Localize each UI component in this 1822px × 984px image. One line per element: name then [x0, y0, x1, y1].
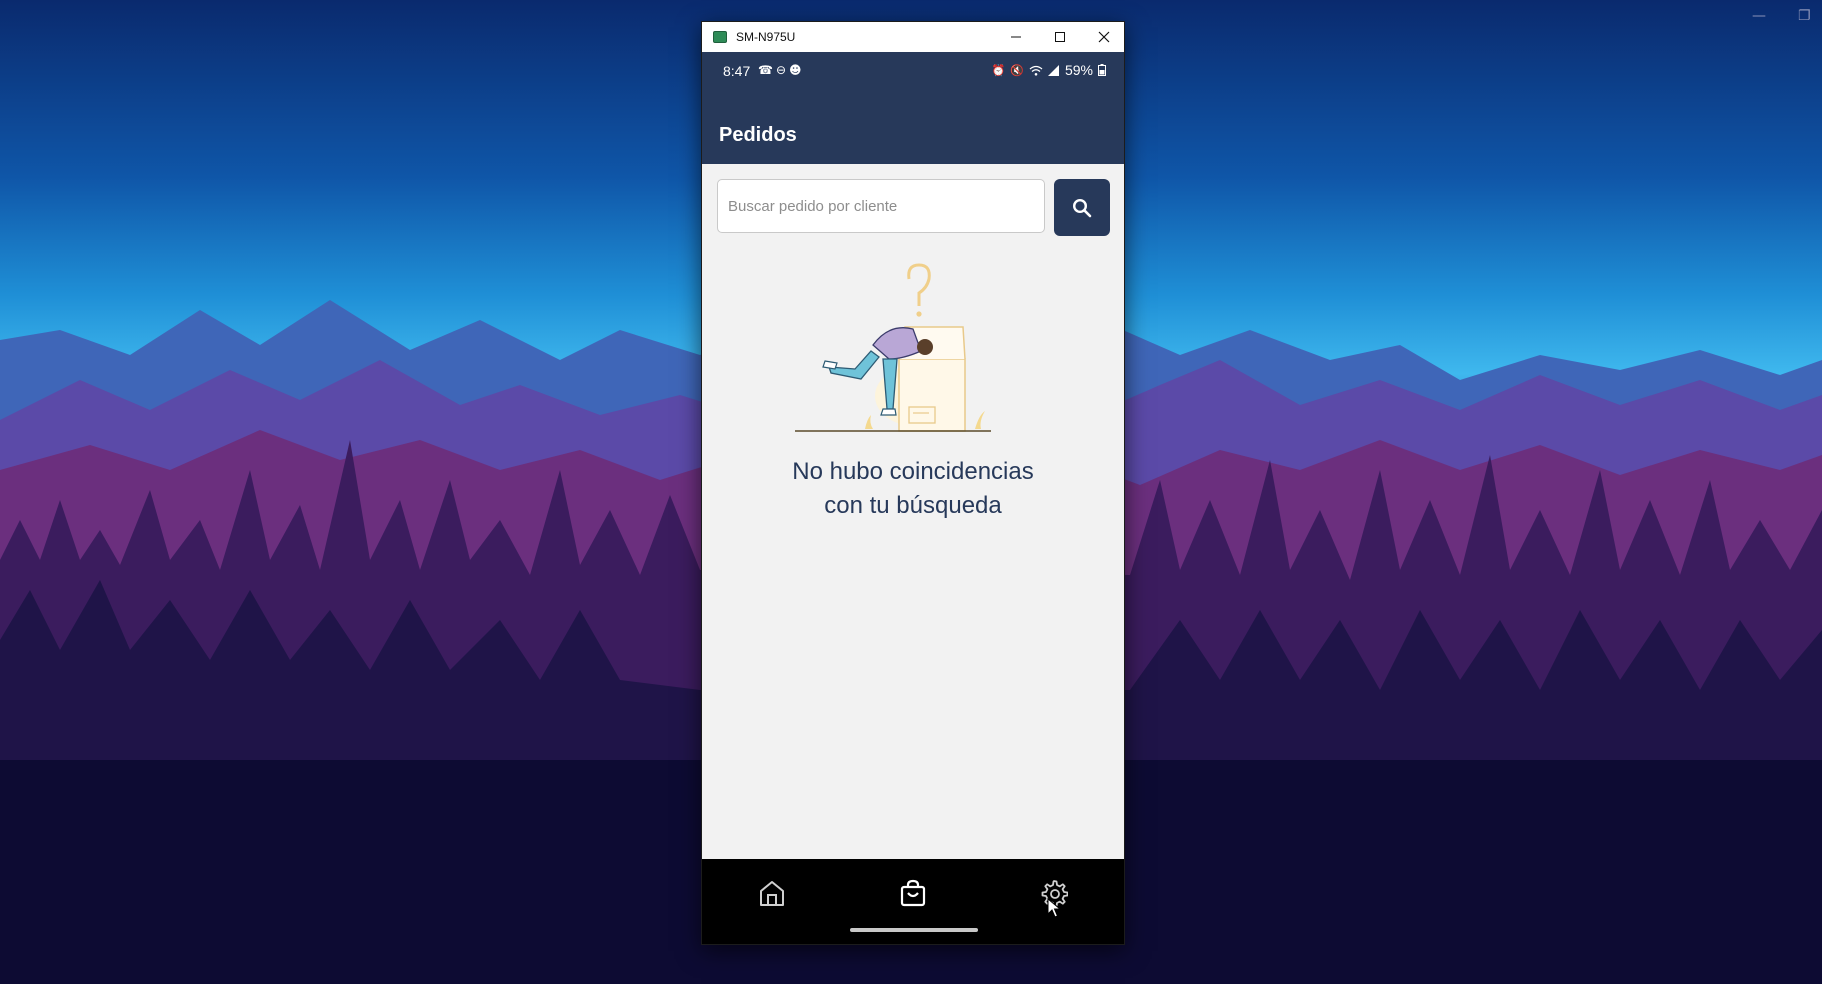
desktop-restore-icon[interactable]: ❐ — [1798, 8, 1811, 24]
nav-home-button[interactable] — [742, 871, 802, 915]
whatsapp-icon: ☎ — [758, 63, 776, 77]
nav-orders-button[interactable] — [883, 871, 943, 915]
search-icon — [1072, 198, 1092, 217]
mouse-cursor-icon — [1047, 898, 1061, 918]
app-header: 8:47 ☎⊖☻ ⏰ 🔇 59% Pedidos — [702, 52, 1124, 164]
content-area: No hubo coincidencias con tu búsqueda — [702, 164, 1124, 859]
gesture-home-indicator[interactable] — [850, 928, 978, 932]
home-icon — [760, 881, 784, 906]
signal-icon — [1047, 64, 1059, 76]
empty-state-message: No hubo coincidencias con tu búsqueda — [702, 455, 1124, 523]
maximize-button[interactable] — [1038, 22, 1082, 52]
shopping-bag-icon — [900, 879, 926, 907]
minimize-icon — [1011, 36, 1021, 38]
dnd-icon: ⊖ — [775, 63, 790, 77]
wifi-icon — [1029, 65, 1043, 76]
phone-screen: 8:47 ☎⊖☻ ⏰ 🔇 59% Pedidos Buscar pedido p… — [702, 52, 1124, 944]
battery-icon — [1098, 64, 1106, 76]
desktop-minimize-icon[interactable]: — — [1752, 8, 1766, 24]
minimize-button[interactable] — [994, 22, 1038, 52]
emulator-window: SM-N975U 8:47 ☎⊖☻ ⏰ 🔇 59% Pedidos Buscar… — [701, 21, 1125, 945]
status-left-icons: ☎⊖☻ — [758, 63, 805, 77]
empty-search-illustration — [795, 263, 991, 432]
empty-state-line-2: con tu búsqueda — [824, 492, 1002, 519]
window-title: SM-N975U — [736, 30, 796, 44]
close-button[interactable] — [1082, 22, 1126, 52]
mute-icon: 🔇 — [1010, 63, 1024, 77]
page-title: Pedidos — [719, 124, 797, 146]
close-icon — [1098, 31, 1110, 43]
status-right: ⏰ 🔇 59% — [992, 62, 1106, 78]
battery-text: 59% — [1064, 62, 1093, 78]
empty-state-line-1: No hubo coincidencias — [792, 458, 1034, 485]
maximize-icon — [1055, 32, 1065, 42]
app-icon — [713, 31, 727, 43]
window-titlebar[interactable]: SM-N975U — [702, 22, 1124, 52]
alarm-icon: ⏰ — [991, 63, 1006, 77]
search-button[interactable] — [1054, 179, 1110, 236]
status-time: 8:47 — [723, 63, 751, 79]
notification-icon: ☻ — [789, 63, 805, 77]
search-input[interactable] — [717, 179, 1045, 233]
